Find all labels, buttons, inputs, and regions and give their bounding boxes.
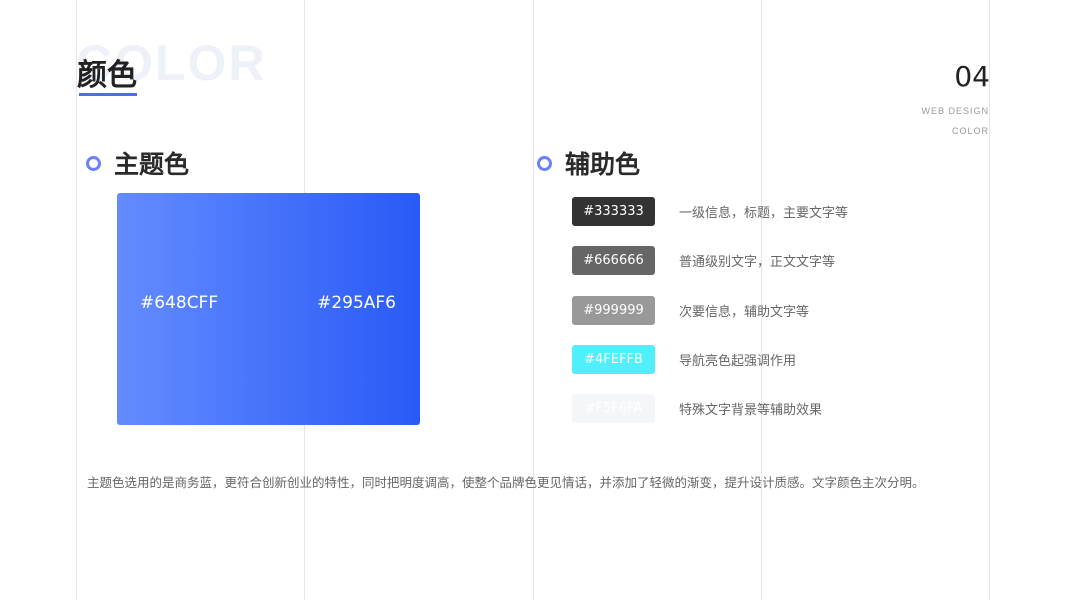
primary-section-title: 主题色 — [114, 150, 190, 179]
bullet-dot-icon — [86, 155, 101, 171]
secondary-section-header: 辅助色 — [537, 146, 640, 180]
color-row: #F5F6FA 特殊文字背景等辅助效果 — [572, 394, 822, 423]
color-chip: #F5F6FA — [572, 394, 655, 423]
slide: COLOR 颜色 04 WEB DESIGN COLOR 主题色 #648CFF… — [0, 0, 1067, 600]
color-description: 次要信息，辅助文字等 — [679, 305, 810, 320]
gradient-end-label: #295AF6 — [317, 293, 396, 313]
page-title: 颜色 — [77, 58, 137, 93]
secondary-section-title: 辅助色 — [565, 150, 641, 179]
color-row: #4FEFFB 导航亮色起强调作用 — [572, 345, 796, 374]
primary-gradient-swatch: #648CFF #295AF6 — [117, 193, 420, 425]
color-description: 普通级别文字，正文文字等 — [679, 255, 836, 270]
meta-color: COLOR — [951, 126, 989, 136]
color-row: #333333 一级信息，标题，主要文字等 — [572, 197, 848, 226]
guide-line — [533, 0, 534, 600]
color-description: 导航亮色起强调作用 — [679, 354, 797, 369]
gradient-start-label: #648CFF — [140, 293, 219, 313]
color-chip: #999999 — [572, 296, 655, 325]
color-chip: #666666 — [572, 246, 655, 275]
color-description: 一级信息，标题，主要文字等 — [679, 206, 849, 221]
color-description: 特殊文字背景等辅助效果 — [679, 403, 823, 418]
color-chip: #4FEFFB — [572, 345, 655, 374]
page-number: 04 — [954, 60, 990, 93]
title-underline — [79, 93, 137, 96]
color-chip: #333333 — [572, 197, 655, 226]
primary-section-header: 主题色 — [86, 146, 189, 180]
description-paragraph: 主题色选用的是商务蓝，更符合创新创业的特性，同时把明度调高，使整个品牌色更见情话… — [87, 475, 925, 490]
bullet-dot-icon — [537, 155, 552, 171]
color-row: #999999 次要信息，辅助文字等 — [572, 296, 809, 325]
color-row: #666666 普通级别文字，正文文字等 — [572, 246, 835, 275]
meta-web-design: WEB DESIGN — [921, 106, 989, 116]
